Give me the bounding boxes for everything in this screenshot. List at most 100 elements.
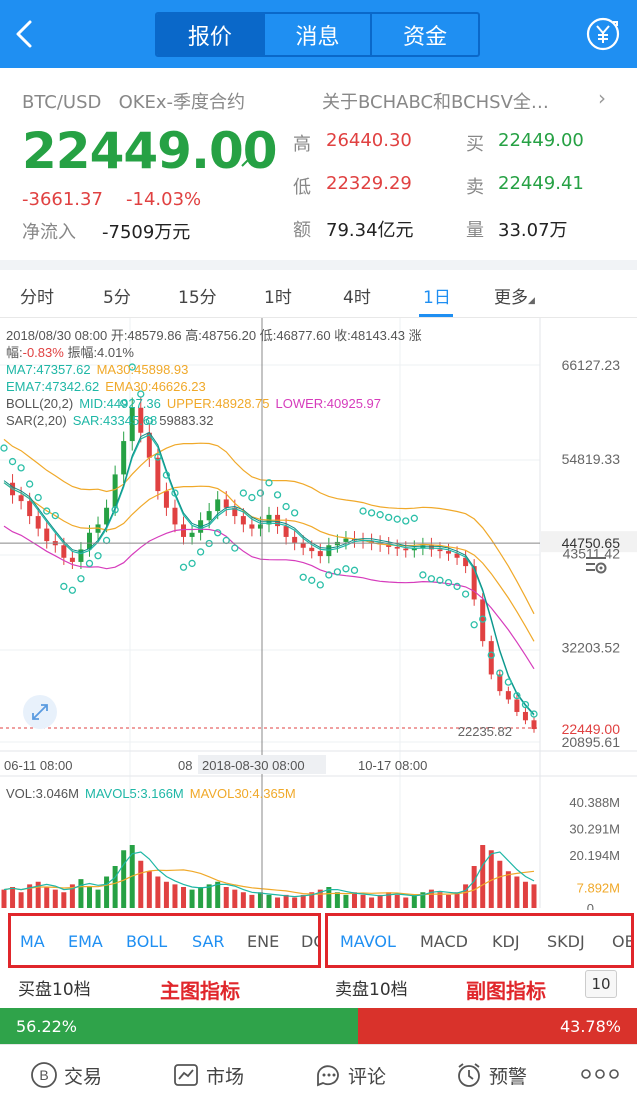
volume-bar <box>52 889 58 908</box>
volume-bar <box>18 892 24 908</box>
tab-funds[interactable]: 资金 <box>372 14 478 55</box>
sar-value: SAR:43345.68 <box>73 413 158 428</box>
period-tab-5m[interactable]: 5分 <box>103 283 131 308</box>
comment-icon <box>317 1065 339 1087</box>
sar-dot <box>85 559 94 568</box>
candle-body <box>283 526 289 537</box>
expand-icon[interactable] <box>23 695 57 729</box>
candle-body <box>44 528 50 542</box>
sell-depth-label: 卖盘10档 <box>335 980 408 1000</box>
sar-dot <box>359 507 367 515</box>
volume-bar <box>78 879 84 908</box>
nav-trade-label: 交易 <box>64 1065 103 1088</box>
chart-marks <box>0 363 538 908</box>
volume-bar <box>480 845 486 908</box>
sar-dot <box>402 517 410 525</box>
dropdown-caret-icon: ◢ <box>528 296 535 306</box>
sar-dot <box>470 621 478 629</box>
boll-label: BOLL(20,2) <box>6 396 73 411</box>
period-tab-timeshare[interactable]: 分时 <box>20 283 54 308</box>
sar-extra: 59883.32 <box>159 413 213 428</box>
candle-body <box>215 499 221 512</box>
period-tab-1d[interactable]: 1日 <box>423 283 451 308</box>
volume-bar <box>10 887 16 908</box>
divider <box>0 260 637 270</box>
news-headline[interactable]: 关于BCHABC和BCHSV全… <box>322 88 582 114</box>
back-icon[interactable] <box>10 14 40 54</box>
period-tab-more[interactable]: 更多◢ <box>494 283 535 308</box>
period-tab-1h[interactable]: 1时 <box>264 283 292 308</box>
volume-bar <box>497 860 503 908</box>
sar-dot <box>419 571 427 579</box>
yen-exchange-icon[interactable] <box>585 16 621 52</box>
amplitude-value: 振幅:4.01% <box>64 345 135 360</box>
volume-bar <box>146 871 152 908</box>
amount-value: 79.34亿元 <box>326 220 414 241</box>
tab-news[interactable]: 消息 <box>265 14 373 55</box>
volume-bar <box>343 894 349 908</box>
candle-body <box>522 711 528 721</box>
sar-legend: SAR(2,20) SAR:43345.68 59883.32 <box>6 413 214 428</box>
ema7-line <box>3 431 535 715</box>
more-icon[interactable] <box>580 1067 626 1081</box>
sar-dot <box>231 544 239 552</box>
volume-bar <box>138 860 144 908</box>
volume-bar <box>300 894 306 908</box>
buy-label: 买 <box>466 134 484 155</box>
nav-market[interactable]: 市场 <box>172 1061 244 1089</box>
sar-dot <box>25 480 34 488</box>
volume-bar <box>86 887 92 908</box>
candle-body <box>317 551 323 557</box>
nav-alert[interactable]: 预警 <box>455 1061 527 1089</box>
more-dots-icon <box>581 1069 619 1079</box>
candle-body <box>505 691 511 700</box>
sub-indicator-annotation: 副图指标 <box>466 979 546 1003</box>
candle-body <box>181 524 187 537</box>
period-tab-4h[interactable]: 4时 <box>343 283 371 308</box>
vol-legend: VOL:3.046M MAVOL5:3.166M MAVOL30:4.365M <box>6 786 296 801</box>
volume-bar <box>232 889 238 908</box>
candle-body <box>155 457 161 492</box>
candle-body <box>35 516 41 529</box>
sar-dot <box>196 548 205 556</box>
mavol30-line <box>3 869 535 896</box>
sar-dot <box>8 457 17 466</box>
nav-trade[interactable]: B 交易 <box>30 1061 102 1089</box>
volume-bar <box>369 897 375 908</box>
vol-value: VOL:3.046M <box>6 786 79 801</box>
top-bar: 报价 消息 资金 <box>0 0 637 68</box>
buy-value: 22449.00 <box>498 130 584 151</box>
volume-bar <box>351 892 357 908</box>
volume-bar <box>240 892 246 908</box>
boll-upper: UPPER:48928.75 <box>167 396 270 411</box>
period-tab-15m[interactable]: 15分 <box>178 283 217 308</box>
candle-body <box>206 511 212 521</box>
y-axis-label: 43511.42 <box>563 546 621 562</box>
candle-body <box>240 516 246 525</box>
depth-level-select[interactable]: 10 <box>585 970 617 998</box>
tab-quote[interactable]: 报价 <box>157 14 265 55</box>
volume-bar <box>531 884 537 908</box>
volume-bar <box>292 897 298 908</box>
candle-body <box>27 501 33 517</box>
kline-chart[interactable]: 66127.2354819.3344750.6543511.4232203.52… <box>0 318 637 910</box>
volume-bar <box>514 876 520 908</box>
sar-dot <box>350 566 359 574</box>
volume-bar <box>1 889 7 908</box>
buy-ratio-bar: 56.22% <box>0 1008 358 1044</box>
sar-dot <box>282 502 290 511</box>
x-axis-label: 10-17 08:00 <box>358 758 427 773</box>
volume-bar <box>249 894 255 908</box>
sell-ratio-bar: 43.78% <box>358 1008 637 1044</box>
volume-bar <box>471 866 477 908</box>
candle-body <box>292 536 298 543</box>
x-axis-label: 06-11 08:00 <box>4 758 72 773</box>
nav-comment[interactable]: 评论 <box>314 1061 386 1089</box>
chevron-right-icon[interactable]: › <box>598 86 606 110</box>
nav-comment-label: 评论 <box>348 1065 387 1088</box>
volume-bar <box>155 876 161 908</box>
ma7-line <box>3 434 535 716</box>
bottom-nav: B 交易 市场 评论 预警 <box>0 1044 637 1104</box>
ema-legend: EMA7:47342.62 EMA30:46626.23 <box>6 379 206 394</box>
candle-body <box>480 599 486 642</box>
